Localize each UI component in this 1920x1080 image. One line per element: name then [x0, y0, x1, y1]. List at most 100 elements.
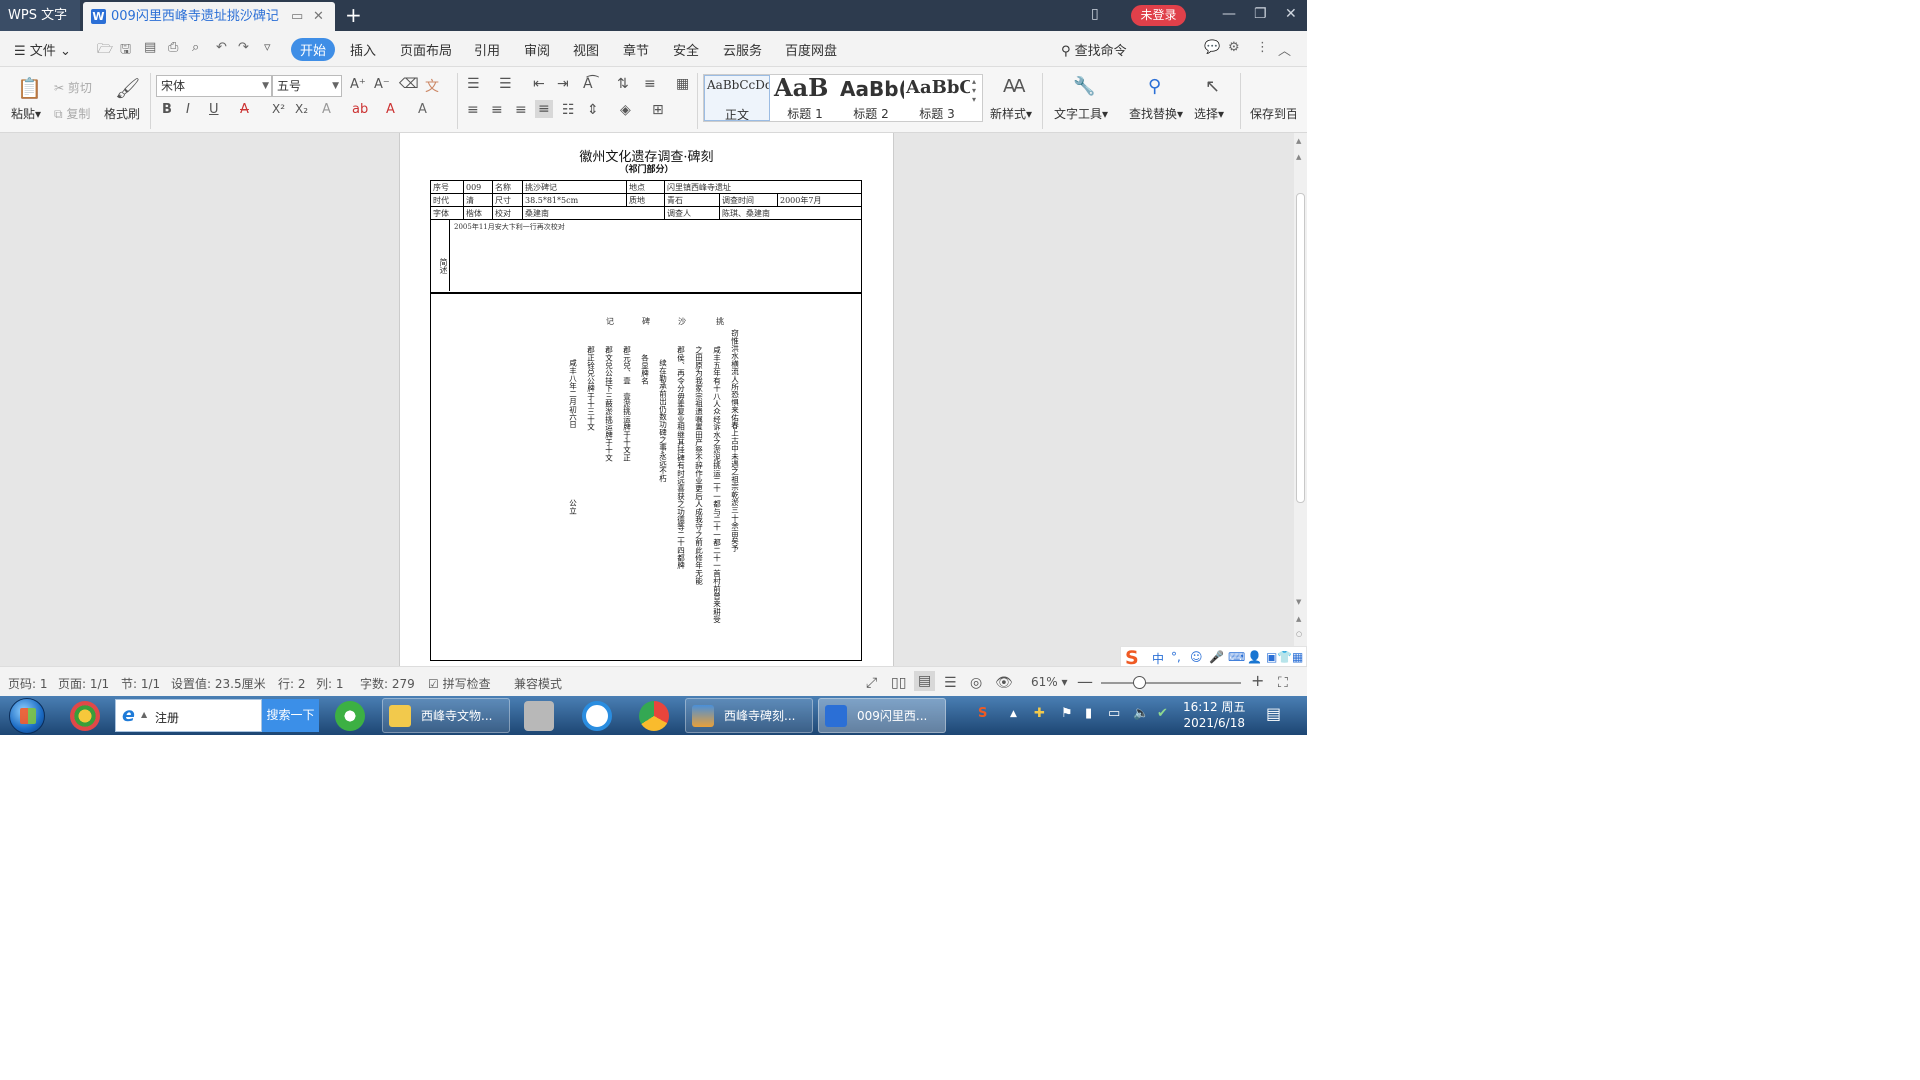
- taskbar-item-folder[interactable]: 西峰寺文物...: [382, 698, 510, 733]
- phonetic-icon[interactable]: 文: [425, 76, 439, 96]
- highlight-icon[interactable]: ab: [352, 102, 368, 117]
- font-color-icon[interactable]: A: [386, 102, 395, 117]
- magnifier-icon[interactable]: ⚲: [1148, 76, 1161, 97]
- minimize-icon[interactable]: —: [1222, 6, 1236, 22]
- paste-icon[interactable]: 📋: [17, 76, 42, 100]
- search-button[interactable]: 搜索一下: [262, 699, 319, 732]
- format-painter-button[interactable]: 格式刷: [104, 105, 140, 122]
- sort-icon[interactable]: ⇅: [617, 76, 629, 92]
- prev-page-icon[interactable]: ▲: [1296, 615, 1301, 623]
- sogou-tray-icon[interactable]: S: [978, 706, 987, 721]
- print-preview-icon[interactable]: ⌕: [192, 40, 199, 55]
- bold-icon[interactable]: B: [162, 102, 172, 117]
- status-page[interactable]: 页码: 1: [8, 675, 48, 692]
- italic-icon[interactable]: I: [186, 102, 190, 117]
- wps-home-tab[interactable]: WPS 文字: [0, 0, 80, 31]
- status-section[interactable]: 节: 1/1: [121, 675, 160, 692]
- user-icon[interactable]: 👤: [1247, 650, 1262, 664]
- apps-icon[interactable]: ▦: [1292, 650, 1303, 664]
- align-left-icon[interactable]: ≡: [467, 102, 479, 118]
- char-shading-icon[interactable]: A: [418, 102, 427, 117]
- status-pages[interactable]: 页面: 1/1: [58, 675, 109, 692]
- shrink-font-icon[interactable]: A⁻: [374, 77, 390, 92]
- zoom-slider-knob[interactable]: [1133, 676, 1146, 689]
- taskbar-item-archive[interactable]: 西峰寺碑刻...: [685, 698, 813, 733]
- display-tray-icon[interactable]: ▭: [1108, 706, 1120, 721]
- open-icon[interactable]: 🗁: [97, 40, 113, 62]
- emoji-icon[interactable]: ☺: [1190, 650, 1203, 664]
- superscript-icon[interactable]: X²: [272, 102, 285, 116]
- tab-references[interactable]: 引用: [474, 40, 500, 59]
- close-tab-icon[interactable]: ✕: [313, 2, 324, 31]
- tab-insert[interactable]: 插入: [350, 40, 376, 59]
- dropdown-icon[interactable]: ▲: [141, 710, 147, 719]
- numbering-icon[interactable]: ☰: [499, 76, 512, 92]
- settings-icon[interactable]: ⚙: [1228, 40, 1240, 55]
- document-page[interactable]: 徽州文化遗存调查·碑刻 （祁门部分） 序号 009 名称 挑沙碑记 地点 闪里镇…: [399, 133, 894, 666]
- customize-qa-icon[interactable]: ▿: [264, 40, 271, 55]
- tab-baidu-disk[interactable]: 百度网盘: [785, 40, 837, 59]
- clock[interactable]: 16:12 周五 2021/6/18: [1183, 699, 1245, 731]
- select-browse-icon[interactable]: ○: [1296, 630, 1302, 638]
- tab-page-layout[interactable]: 页面布局: [400, 40, 452, 59]
- safety-tray-icon[interactable]: ✔: [1157, 706, 1168, 721]
- document-workspace[interactable]: 徽州文化遗存调查·碑刻 （祁门部分） 序号 009 名称 挑沙碑记 地点 闪里镇…: [0, 133, 1294, 666]
- style-scroll-icon[interactable]: ▴ ▾ ▾: [972, 77, 976, 104]
- start-button[interactable]: [9, 698, 45, 734]
- tab-home[interactable]: 开始: [291, 38, 336, 61]
- paste-button[interactable]: 粘贴▾: [11, 105, 41, 122]
- print-icon[interactable]: ⎙: [168, 40, 178, 55]
- app-icon-tools[interactable]: [524, 701, 554, 731]
- align-center-icon[interactable]: ≡: [491, 102, 503, 118]
- save-to-button[interactable]: 保存到百: [1250, 105, 1296, 122]
- grow-font-icon[interactable]: A⁺: [350, 77, 366, 92]
- ime-mode[interactable]: 中: [1152, 650, 1164, 667]
- status-words[interactable]: 字数: 279: [360, 675, 415, 692]
- find-replace-button[interactable]: 查找替换▾: [1129, 105, 1183, 122]
- text-effect-icon[interactable]: A: [322, 102, 331, 117]
- search-box[interactable]: e ▲ 注册: [115, 699, 262, 732]
- para-spacing-icon[interactable]: ⇕: [587, 102, 599, 118]
- tab-chapter[interactable]: 章节: [623, 40, 649, 59]
- action-center-icon[interactable]: ▤: [1266, 704, 1281, 723]
- scroll-thumb[interactable]: [1296, 193, 1305, 503]
- zoom-slider[interactable]: [1101, 682, 1241, 684]
- compat-mode[interactable]: 兼容模式: [514, 675, 562, 692]
- tab-view[interactable]: 视图: [573, 40, 599, 59]
- align-right-icon[interactable]: ≡: [515, 102, 527, 118]
- tab-security[interactable]: 安全: [673, 40, 699, 59]
- login-button[interactable]: 未登录: [1131, 5, 1186, 26]
- punctuation-icon[interactable]: °,: [1171, 650, 1181, 664]
- clear-format-icon[interactable]: ⌫: [399, 76, 419, 92]
- tab-cloud[interactable]: 云服务: [723, 40, 762, 59]
- chrome-icon[interactable]: [639, 701, 669, 731]
- flag-tray-icon[interactable]: ⚑: [1061, 706, 1073, 721]
- fullscreen-icon[interactable]: ⤢: [866, 675, 877, 691]
- redo-icon[interactable]: ↷: [238, 40, 249, 55]
- format-painter-icon[interactable]: 🖌: [115, 76, 140, 100]
- line-spacing-icon[interactable]: ≡: [644, 76, 656, 92]
- status-setting[interactable]: 设置值: 23.5厘米: [171, 675, 266, 692]
- decrease-indent-icon[interactable]: ⇤: [533, 76, 545, 92]
- select-button[interactable]: 选择▾: [1194, 105, 1224, 122]
- web-view-icon[interactable]: ◎: [970, 675, 982, 691]
- scroll-up-icon[interactable]: ▲: [1296, 137, 1301, 145]
- toolbox-icon[interactable]: ▣: [1266, 650, 1277, 664]
- network-tray-icon[interactable]: ✚: [1034, 706, 1045, 721]
- search-command[interactable]: ⚲ 查找命令: [1061, 40, 1127, 59]
- reading-mode-icon[interactable]: ▯: [1091, 6, 1099, 22]
- page-view-icon[interactable]: ▤: [914, 671, 936, 691]
- scroll-down-icon[interactable]: ▼: [1296, 598, 1301, 606]
- new-style-button[interactable]: 新样式▾: [990, 105, 1032, 122]
- justify-icon[interactable]: ≡: [535, 100, 553, 118]
- underline-icon[interactable]: U: [209, 102, 219, 117]
- increase-indent-icon[interactable]: ⇥: [557, 76, 569, 92]
- collapse-ribbon-icon[interactable]: ︿: [1278, 40, 1291, 59]
- close-window-icon[interactable]: ✕: [1285, 6, 1297, 22]
- skin-icon[interactable]: 👕: [1277, 650, 1292, 664]
- border-icon[interactable]: ⊞: [652, 102, 664, 118]
- bullets-icon[interactable]: ☰: [467, 76, 480, 92]
- zoom-out-icon[interactable]: —: [1077, 672, 1093, 691]
- app-icon-refresh[interactable]: [335, 701, 365, 731]
- app-icon-baidu-disk[interactable]: [582, 701, 612, 731]
